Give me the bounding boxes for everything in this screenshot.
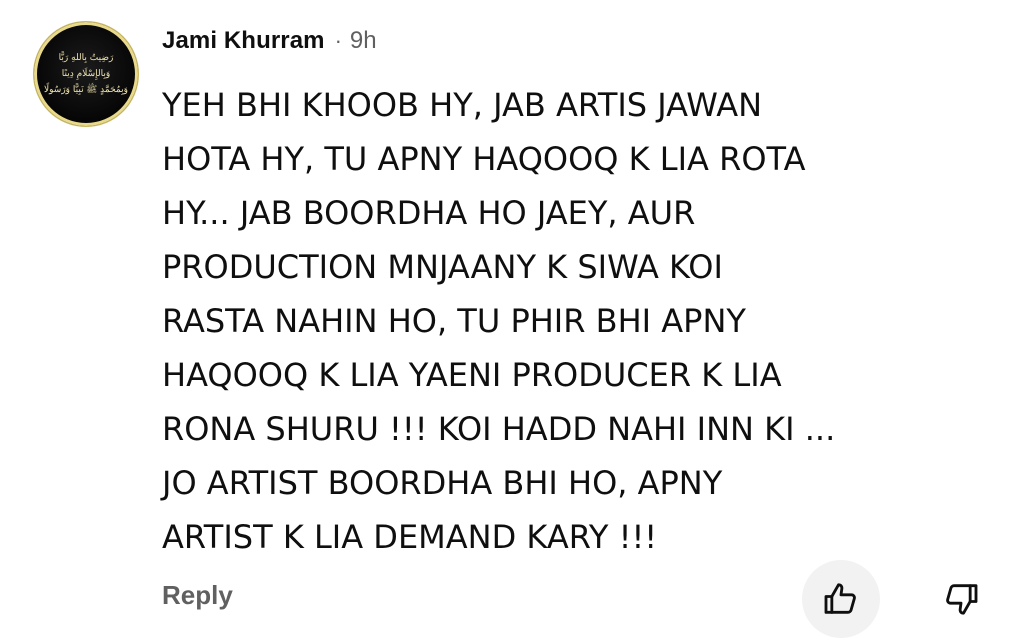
avatar-line: وَبِمُحَمَّدٍ ﷺ نَبِيًّا وَرَسُولًا xyxy=(44,85,128,95)
thumbs-down-icon xyxy=(946,584,978,615)
comment-line: RONA SHURU !!! KOI HADD NAHI INN KI ... xyxy=(162,410,836,448)
thumbs-up-icon xyxy=(824,583,856,614)
comment-text: YEH BHI KHOOB HY, JAB ARTIS JAWAN HOTA H… xyxy=(162,78,982,564)
comment-line: JO ARTIST BOORDHA BHI HO, APNY xyxy=(162,464,723,502)
comment-header: Jami Khurram · 9h xyxy=(162,22,377,60)
avatar[interactable]: رَضِيتُ بِاللهِ رَبًّا وَبِالإِسْلَامِ د… xyxy=(34,22,138,126)
comment-line: HAQOOQ K LIA YAENI PRODUCER K LIA xyxy=(162,356,782,394)
comment-line: RASTA NAHIN HO, TU PHIR BHI APNY xyxy=(162,302,746,340)
comment-line: HOTA HY, TU APNY HAQOOQ K LIA ROTA xyxy=(162,140,806,178)
comment-line: PRODUCTION MNJAANY K SIWA KOI xyxy=(162,248,723,286)
author-name[interactable]: Jami Khurram xyxy=(162,27,325,55)
comment-actions: Reply xyxy=(162,560,1004,640)
comment-line: HY... JAB BOORDHA HO JAEY, AUR xyxy=(162,194,696,232)
avatar-line: وَبِالإِسْلَامِ دِينًا xyxy=(61,69,111,79)
header-separator: · xyxy=(334,28,342,53)
dislike-button[interactable] xyxy=(922,560,1000,638)
comment-timestamp[interactable]: 9h xyxy=(350,27,377,55)
comment-line: ARTIST K LIA DEMAND KARY !!! xyxy=(162,518,658,556)
avatar-calligraphy: رَضِيتُ بِاللهِ رَبًّا وَبِالإِسْلَامِ د… xyxy=(44,50,128,98)
like-button[interactable] xyxy=(802,560,880,638)
avatar-line: رَضِيتُ بِاللهِ رَبًّا xyxy=(58,53,114,63)
reply-button[interactable]: Reply xyxy=(162,580,233,611)
comment-line: YEH BHI KHOOB HY, JAB ARTIS JAWAN xyxy=(162,86,763,124)
